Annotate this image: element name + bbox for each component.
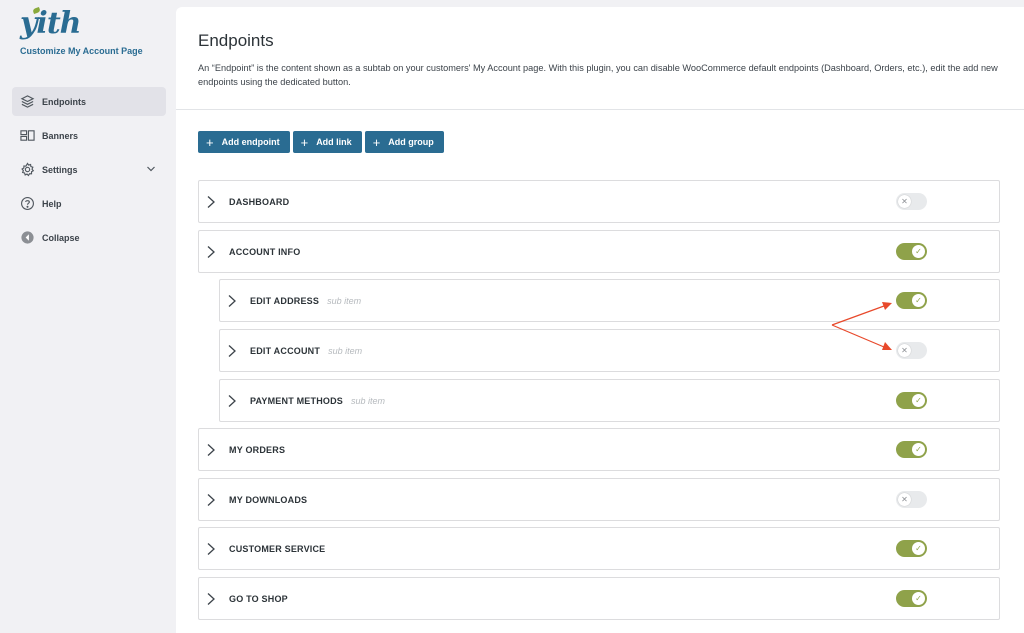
chevron-right-icon[interactable] xyxy=(227,344,237,358)
gear-icon xyxy=(19,162,35,178)
chevron-right-icon[interactable] xyxy=(206,443,216,457)
endpoint-label: MY ORDERS xyxy=(229,444,286,455)
endpoint-label: ACCOUNT INFO xyxy=(229,246,301,257)
layers-icon xyxy=(19,94,35,110)
endpoint-row-my-downloads[interactable]: MY DOWNLOADS ✕ xyxy=(198,478,1000,521)
chevron-right-icon[interactable] xyxy=(206,493,216,507)
endpoint-row-edit-account[interactable]: EDIT ACCOUNT sub item ✕ xyxy=(219,329,1000,372)
chevron-right-icon[interactable] xyxy=(227,394,237,408)
chevron-right-icon[interactable] xyxy=(206,542,216,556)
chevron-right-icon[interactable] xyxy=(227,294,237,308)
yith-logo[interactable]: yith xyxy=(20,6,81,41)
sidebar-item-settings[interactable]: Settings xyxy=(12,155,166,184)
page-header: Endpoints An “Endpoint” is the content s… xyxy=(176,7,1024,110)
endpoint-toggle[interactable]: ✕ xyxy=(896,342,927,359)
endpoint-row-payment-methods[interactable]: PAYMENT METHODS sub item ✓ xyxy=(219,379,1000,422)
sidebar-item-label: Endpoints xyxy=(42,96,86,107)
add-link-button[interactable]: + Add link xyxy=(292,131,362,153)
sidebar-item-help[interactable]: Help xyxy=(12,189,166,218)
x-icon: ✕ xyxy=(898,195,911,208)
action-buttons: + Add endpoint + Add link + Add group xyxy=(198,131,444,153)
endpoint-row-dashboard[interactable]: DASHBOARD ✕ xyxy=(198,180,1000,223)
sub-item-tag: sub item xyxy=(328,345,363,356)
chevron-right-icon[interactable] xyxy=(206,592,216,606)
chevron-right-icon[interactable] xyxy=(206,245,216,259)
endpoint-toggle[interactable]: ✓ xyxy=(896,441,927,458)
endpoint-toggle[interactable]: ✕ xyxy=(896,491,927,508)
check-icon: ✓ xyxy=(912,394,925,407)
endpoint-row-go-to-shop[interactable]: GO TO SHOP ✓ xyxy=(198,577,1000,620)
page-title: Endpoints xyxy=(198,31,274,50)
plus-icon: + xyxy=(300,134,309,150)
endpoint-row-customer-service[interactable]: CUSTOMER SERVICE ✓ xyxy=(198,527,1000,570)
check-icon: ✓ xyxy=(912,294,925,307)
x-icon: ✕ xyxy=(898,493,911,506)
help-icon xyxy=(19,196,35,212)
endpoint-label: GO TO SHOP xyxy=(229,593,288,604)
endpoint-toggle[interactable]: ✓ xyxy=(896,392,927,409)
sidebar-item-label: Collapse xyxy=(42,232,80,243)
sidebar-item-label: Help xyxy=(42,198,62,209)
plus-icon: + xyxy=(206,134,214,150)
endpoint-toggle[interactable]: ✓ xyxy=(896,540,927,557)
check-icon: ✓ xyxy=(912,542,925,555)
endpoint-toggle[interactable]: ✓ xyxy=(896,292,927,309)
app-title: Customize My Account Page xyxy=(20,46,143,56)
check-icon: ✓ xyxy=(912,443,925,456)
page-description: An “Endpoint” is the content shown as a … xyxy=(198,63,998,87)
plus-icon: + xyxy=(372,134,381,150)
endpoint-label: CUSTOMER SERVICE xyxy=(229,543,326,554)
sub-item-tag: sub item xyxy=(351,395,386,406)
sidebar-item-label: Banners xyxy=(42,130,79,141)
endpoint-label: EDIT ADDRESS xyxy=(250,295,320,306)
sub-item-tag: sub item xyxy=(327,295,362,306)
endpoint-label: DASHBOARD xyxy=(229,196,290,207)
main-panel: Endpoints An “Endpoint” is the content s… xyxy=(176,7,1024,633)
endpoint-row-account-info[interactable]: ACCOUNT INFO ✓ xyxy=(198,230,1000,273)
endpoint-row-my-orders[interactable]: MY ORDERS ✓ xyxy=(198,428,1000,471)
chevron-right-icon[interactable] xyxy=(206,195,216,209)
check-icon: ✓ xyxy=(912,245,925,258)
sidebar-item-label: Settings xyxy=(42,164,78,175)
endpoint-toggle[interactable]: ✕ xyxy=(896,193,927,210)
add-endpoint-button[interactable]: + Add endpoint xyxy=(198,131,290,153)
sidebar-item-endpoints[interactable]: Endpoints xyxy=(12,87,166,116)
sidebar-item-collapse[interactable]: Collapse xyxy=(12,223,166,252)
endpoint-label: MY DOWNLOADS xyxy=(229,494,308,505)
sidebar: yith Customize My Account Page Endpoints… xyxy=(0,0,176,633)
check-icon: ✓ xyxy=(912,592,925,605)
sidebar-nav: Endpoints Banners Settings Help Collapse xyxy=(12,87,166,257)
collapse-icon xyxy=(19,230,35,246)
endpoint-row-edit-address[interactable]: EDIT ADDRESS sub item ✓ xyxy=(219,279,1000,322)
endpoint-toggle[interactable]: ✓ xyxy=(896,590,927,607)
chevron-down-icon[interactable] xyxy=(146,164,156,176)
endpoint-label: EDIT ACCOUNT xyxy=(250,345,321,356)
x-icon: ✕ xyxy=(898,344,911,357)
sidebar-item-banners[interactable]: Banners xyxy=(12,121,166,150)
endpoint-label: PAYMENT METHODS xyxy=(250,395,344,406)
banners-icon xyxy=(19,128,35,144)
add-group-button[interactable]: + Add group xyxy=(364,131,444,153)
endpoint-toggle[interactable]: ✓ xyxy=(896,243,927,260)
